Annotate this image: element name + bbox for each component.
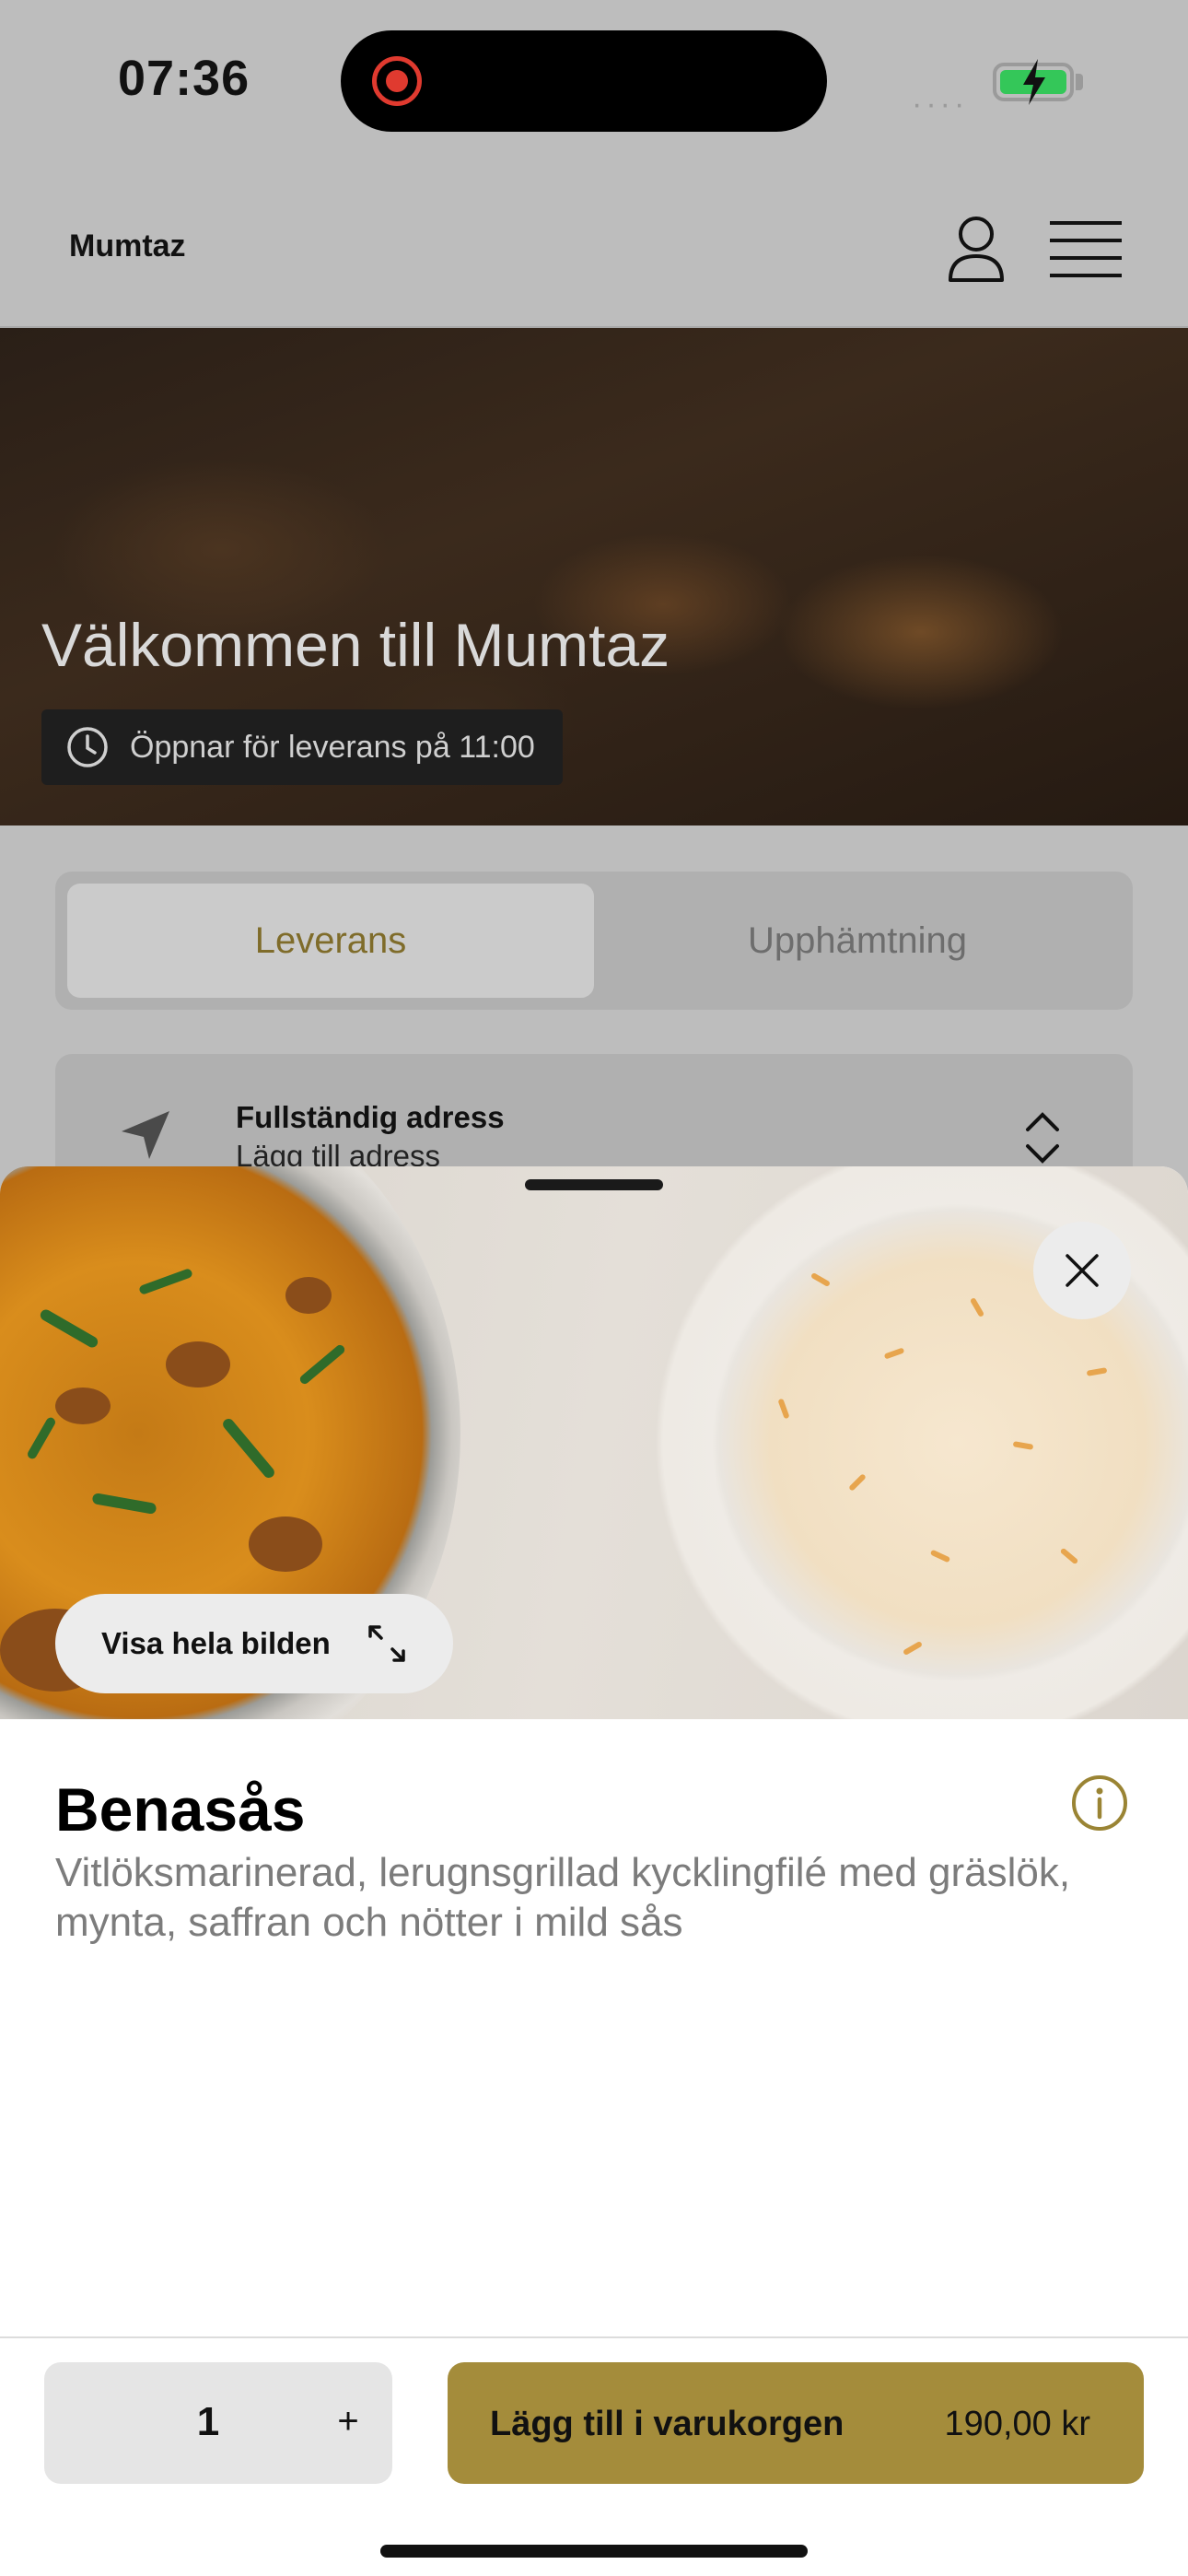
quantity-stepper[interactable]: 1 + xyxy=(44,2362,392,2484)
tab-pickup[interactable]: Upphämtning xyxy=(594,884,1121,998)
product-image: Visa hela bilden xyxy=(0,1166,1188,1719)
address-title: Fullständig adress xyxy=(236,1100,505,1134)
add-to-cart-label: Lägg till i varukorgen xyxy=(490,2405,844,2443)
brand-name[interactable]: Mumtaz xyxy=(69,228,186,264)
view-full-image-label: Visa hela bilden xyxy=(101,1626,331,1660)
chevron-up-down-icon xyxy=(1026,1112,1059,1164)
expand-icon xyxy=(368,1625,405,1662)
signal-icon: ···· xyxy=(912,87,969,122)
home-indicator[interactable] xyxy=(380,2545,808,2558)
status-bar: 07:36 ···· xyxy=(0,0,1188,166)
info-icon[interactable] xyxy=(1071,1774,1128,1832)
hero-banner: Välkommen till Mumtaz Öppnar för leveran… xyxy=(0,328,1188,825)
app-header: Mumtaz xyxy=(0,166,1188,328)
location-arrow-icon xyxy=(122,1111,169,1159)
view-full-image-button[interactable]: Visa hela bilden xyxy=(55,1594,453,1693)
charging-bolt-icon xyxy=(1023,59,1045,105)
sheet-grabber[interactable] xyxy=(525,1179,663,1190)
opening-hours-badge: Öppnar för leverans på 11:00 xyxy=(41,709,563,785)
dynamic-island xyxy=(341,30,827,132)
price-label: 190,00 kr xyxy=(944,2405,1090,2443)
clock-icon xyxy=(67,727,108,767)
tab-delivery[interactable]: Leverans xyxy=(67,884,594,998)
hero-title: Välkommen till Mumtaz xyxy=(41,611,670,679)
product-sheet: Visa hela bilden Benasås Vitlöksmarinera… xyxy=(0,1166,1188,2576)
close-button[interactable] xyxy=(1033,1222,1131,1319)
dish-description: Vitlöksmarinerad, lerugnsgrillad kycklin… xyxy=(55,1850,1071,1945)
order-type-tabs: Leverans Upphämtning xyxy=(55,872,1133,1010)
add-to-cart-button[interactable]: Lägg till i varukorgen 190,00 kr xyxy=(448,2362,1144,2484)
recording-icon xyxy=(372,56,422,106)
battery-cap xyxy=(1076,74,1083,90)
status-time: 07:36 xyxy=(118,51,250,106)
profile-icon[interactable] xyxy=(939,212,1013,286)
increase-quantity-button[interactable]: + xyxy=(320,2401,376,2442)
dish-title: Benasås xyxy=(55,1775,306,1844)
opening-hours-text: Öppnar för leverans på 11:00 xyxy=(130,729,535,765)
close-icon xyxy=(1066,1254,1099,1287)
quantity-value: 1 xyxy=(196,2399,220,2444)
menu-icon[interactable] xyxy=(1048,217,1124,282)
footer-divider xyxy=(0,2336,1188,2338)
